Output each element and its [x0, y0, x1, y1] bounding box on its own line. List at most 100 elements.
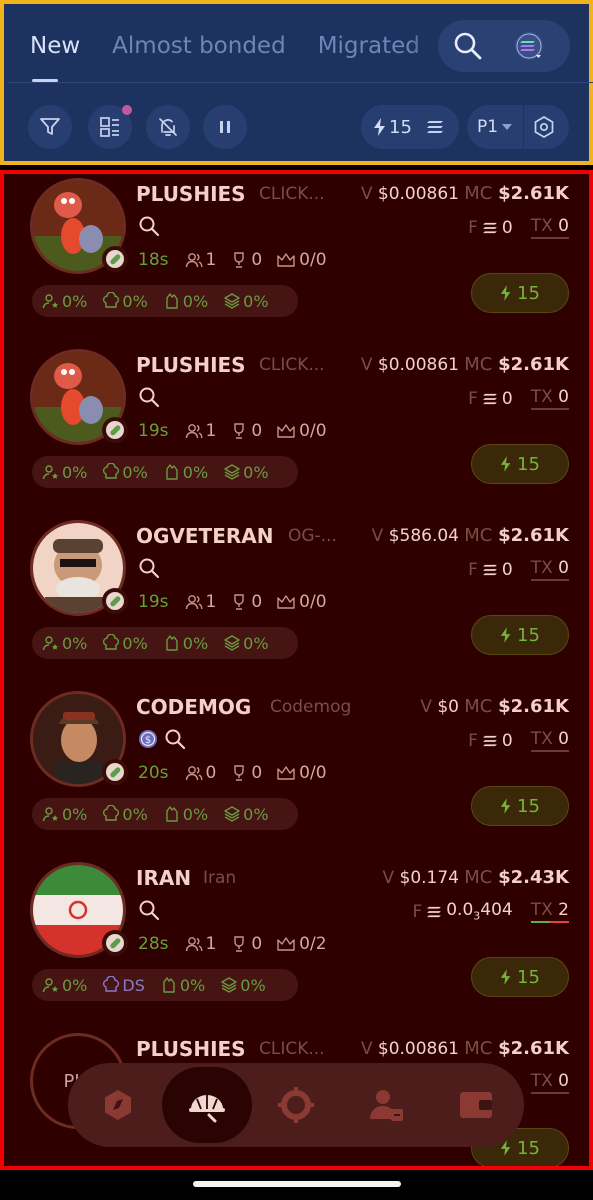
- token-card[interactable]: PLUSHIES CLICK... V $0.00861 MC $2.61K F…: [4, 178, 589, 349]
- dollar-coin-icon[interactable]: $: [138, 729, 158, 749]
- stat-top-holders: 0%: [62, 804, 88, 824]
- trophy-icon: [234, 252, 245, 268]
- quick-buy-button[interactable]: 15: [471, 957, 569, 997]
- mc-label: MC: [464, 525, 493, 546]
- top-header: New Almost bonded Migrated 15 P1: [0, 0, 593, 165]
- trophy-count: 0: [251, 250, 263, 270]
- tx-count[interactable]: TX 2: [530, 900, 569, 923]
- solana-icon[interactable]: [512, 29, 548, 65]
- lightning-icon: [500, 969, 511, 985]
- token-card[interactable]: PLUSHIES CLICK... V $0.00861 MC $2.61K F…: [4, 349, 589, 520]
- notification-dot: [122, 105, 132, 115]
- mute-button[interactable]: [146, 105, 190, 149]
- token-feed[interactable]: PLUSHIES CLICK... V $0.00861 MC $2.61K F…: [0, 170, 593, 1170]
- token-card[interactable]: OGVETERAN OG-... V $586.04 MC $2.61K F 0…: [4, 520, 589, 691]
- trophy-count: 0: [251, 421, 263, 441]
- tx-count[interactable]: TX 0: [530, 558, 569, 581]
- fee-value: 0: [501, 730, 513, 751]
- tx-value: 0: [558, 1071, 569, 1091]
- token-actions: [138, 899, 160, 921]
- search-icon[interactable]: [138, 557, 160, 579]
- token-name: IRAN: [136, 866, 192, 890]
- search-icon[interactable]: [452, 30, 484, 62]
- stat-bundles: 0%: [243, 804, 269, 824]
- token-actions: $: [138, 728, 186, 750]
- stat-bundles: 0%: [240, 975, 266, 995]
- fee-tx-row: F 0 TX 0: [468, 558, 569, 581]
- tx-count[interactable]: TX 0: [530, 216, 569, 239]
- token-stats: 0% 0% 0% 0%: [32, 798, 298, 830]
- tx-count[interactable]: TX 0: [530, 729, 569, 752]
- crown-icon: [277, 937, 295, 951]
- search-icon[interactable]: [138, 899, 160, 921]
- fee-tx-row: TX 0: [517, 1071, 569, 1094]
- fee-value: 0: [501, 217, 513, 238]
- token-subname: CLICK...: [259, 184, 325, 204]
- quick-buy-amount[interactable]: 15: [361, 105, 459, 149]
- search-icon[interactable]: [138, 386, 160, 408]
- tx-label: TX: [530, 729, 553, 749]
- tx-count[interactable]: TX 0: [530, 387, 569, 410]
- token-stats: 0% 0% 0% 0%: [32, 627, 298, 659]
- nav-helmet[interactable]: [162, 1067, 252, 1143]
- lightning-icon: [500, 456, 511, 472]
- layout-button[interactable]: [88, 105, 132, 149]
- sniper-icon: [166, 635, 178, 651]
- quick-buy-label: 15: [517, 795, 540, 817]
- nav-discover[interactable]: [86, 1073, 150, 1137]
- quick-buy-button[interactable]: 15: [471, 615, 569, 655]
- solana-mark-icon: [483, 222, 497, 233]
- token-name: OGVETERAN: [136, 524, 274, 548]
- token-actions: [138, 557, 160, 579]
- pill-badge: [102, 246, 128, 272]
- header-actions: [438, 20, 570, 72]
- trophy-icon: [234, 423, 245, 439]
- trophy-icon: [234, 765, 245, 781]
- token-stats: 0% 0% 0% 0%: [32, 285, 298, 317]
- tab-new[interactable]: New: [30, 33, 80, 82]
- fee-tx-row: F 0 TX 0: [468, 387, 569, 410]
- lightning-icon: [500, 798, 511, 814]
- quick-buy-button[interactable]: 15: [471, 444, 569, 484]
- header-divider: [8, 82, 593, 83]
- volume-value: $0: [437, 697, 459, 717]
- search-icon[interactable]: [164, 728, 186, 750]
- top-holders-icon: [42, 978, 58, 993]
- quick-buy-button[interactable]: 15: [471, 786, 569, 826]
- home-indicator[interactable]: [193, 1181, 401, 1187]
- stat-bundles: 0%: [243, 633, 269, 653]
- token-card[interactable]: IRAN Iran V $0.174 MC $2.43K F 0.03404 T…: [4, 862, 589, 1033]
- stat-snipers: 0%: [182, 804, 209, 824]
- nav-wallet[interactable]: [444, 1073, 508, 1137]
- crosshair-icon: [278, 1087, 314, 1123]
- crown-count: 0/2: [299, 934, 327, 954]
- stat-snipers: 0%: [179, 975, 206, 995]
- tx-count[interactable]: TX 0: [530, 1071, 569, 1094]
- search-icon[interactable]: [138, 215, 160, 237]
- holders-count: 1: [205, 592, 217, 612]
- nav-users[interactable]: [354, 1073, 418, 1137]
- fee-value: 0: [501, 559, 513, 580]
- nav-crosshair[interactable]: [264, 1073, 328, 1137]
- quick-buy-label: 15: [517, 624, 540, 646]
- filter-button[interactable]: [28, 105, 72, 149]
- token-actions: [138, 215, 160, 237]
- token-age: 19s: [138, 592, 169, 612]
- token-name: PLUSHIES: [136, 353, 246, 377]
- mc-value: $2.61K: [498, 1038, 569, 1059]
- tab-almost-bonded[interactable]: Almost bonded: [112, 33, 286, 59]
- helmet-icon: [189, 1095, 225, 1123]
- volume-value: $0.00861: [377, 184, 459, 204]
- pause-button[interactable]: [203, 105, 247, 149]
- solana-mark-icon: [426, 121, 443, 133]
- pill-icon: [106, 250, 124, 268]
- mc-value: $2.61K: [498, 696, 569, 717]
- stat-top-holders: 0%: [62, 975, 88, 995]
- preset-selector[interactable]: P1: [467, 105, 569, 149]
- layout-icon: [100, 117, 119, 137]
- crown-count: 0/0: [299, 592, 327, 612]
- tab-migrated[interactable]: Migrated: [318, 33, 420, 59]
- quick-buy-button[interactable]: 15: [471, 273, 569, 313]
- token-card[interactable]: CODEMOG Codemog V $0 MC $2.61K $ F 0 TX …: [4, 691, 589, 862]
- chef-hat-icon: [103, 805, 120, 821]
